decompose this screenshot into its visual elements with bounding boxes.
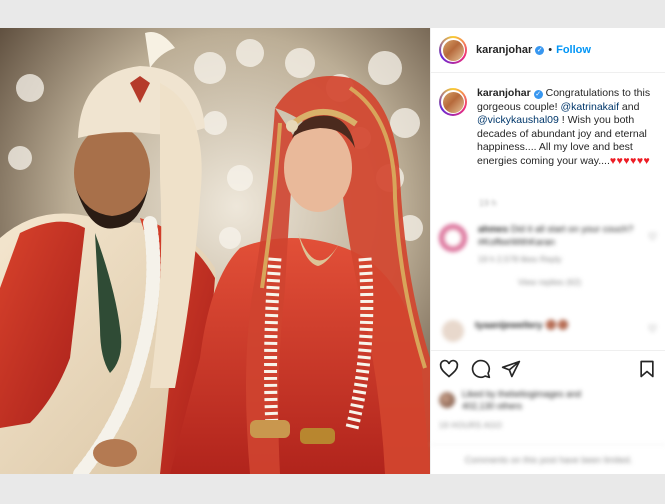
comment-meta: 19 h 2,578 likes Reply <box>478 254 562 264</box>
comment-body: ahmes Did it all start on your couch? #K… <box>478 224 638 288</box>
comment-item: tyaanijewellery 🟤🟤 ♡ <box>439 320 663 342</box>
mention-vickykaushal09[interactable]: @vickykaushal09 <box>477 114 559 126</box>
comment-like-icon[interactable]: ♡ <box>648 232 657 243</box>
likes-summary: Liked by thebeliogimages and 402,130 othe… <box>439 388 581 412</box>
author-username[interactable]: karanjohar <box>476 44 532 56</box>
post-header: karanjohar ✓ • Follow … <box>431 28 665 73</box>
like-heart-icon[interactable] <box>439 359 459 379</box>
comment-bubble-icon[interactable] <box>471 359 491 379</box>
caption-timestamp: 19 h <box>479 198 497 208</box>
view-replies-link[interactable]: View replies (62) <box>518 276 638 289</box>
red-heart-emojis: ♥♥♥♥♥♥ <box>609 154 651 167</box>
author-avatar[interactable] <box>439 36 467 64</box>
comment-text: 🟤🟤 <box>545 320 569 331</box>
liker-avatar[interactable] <box>439 392 455 408</box>
header-separator: • <box>548 44 553 56</box>
save-bookmark-icon[interactable] <box>637 359 657 379</box>
commenter-username[interactable]: tyaanijewellery <box>475 320 543 331</box>
caption-text: karanjohar ✓ Congratulations to this gorg… <box>477 87 657 169</box>
commenter-username[interactable]: ahmes <box>478 224 508 235</box>
caption-and: and <box>619 100 640 113</box>
mention-katrinakaif[interactable]: @katrinakaif <box>560 101 619 113</box>
post-photo[interactable] <box>0 28 430 474</box>
comment-item: ahmes Did it all start on your couch? #K… <box>439 224 663 288</box>
comment-body: tyaanijewellery 🟤🟤 <box>475 320 635 342</box>
commenter-avatar[interactable] <box>442 320 464 342</box>
likes-text[interactable]: Liked by thebeliogimages and 402,130 othe… <box>462 388 581 412</box>
post-modal: karanjohar ✓ • Follow … karanjohar✓ Cong… <box>0 28 665 474</box>
post-side-panel: karanjohar ✓ • Follow … karanjohar✓ Cong… <box>430 28 665 474</box>
caption-author-avatar[interactable] <box>439 88 467 116</box>
caption-verified-badge-icon: ✓ <box>533 90 543 99</box>
follow-button[interactable]: Follow <box>556 44 591 56</box>
caption-username[interactable]: karanjohar <box>477 87 531 99</box>
comment-like-icon[interactable]: ♡ <box>648 324 657 335</box>
verified-badge-icon: ✓ <box>535 45 545 55</box>
wedding-photo-illustration <box>0 28 430 474</box>
post-caption: karanjohar ✓ Congratulations to this gorg… <box>431 73 665 169</box>
commenter-avatar[interactable] <box>439 224 467 252</box>
action-bar <box>431 350 665 388</box>
post-time-ago: 19 HOURS AGO <box>439 421 503 430</box>
comments-limited-notice: Comments on this post have been limited. <box>431 444 665 474</box>
share-paper-plane-icon[interactable] <box>501 359 521 379</box>
